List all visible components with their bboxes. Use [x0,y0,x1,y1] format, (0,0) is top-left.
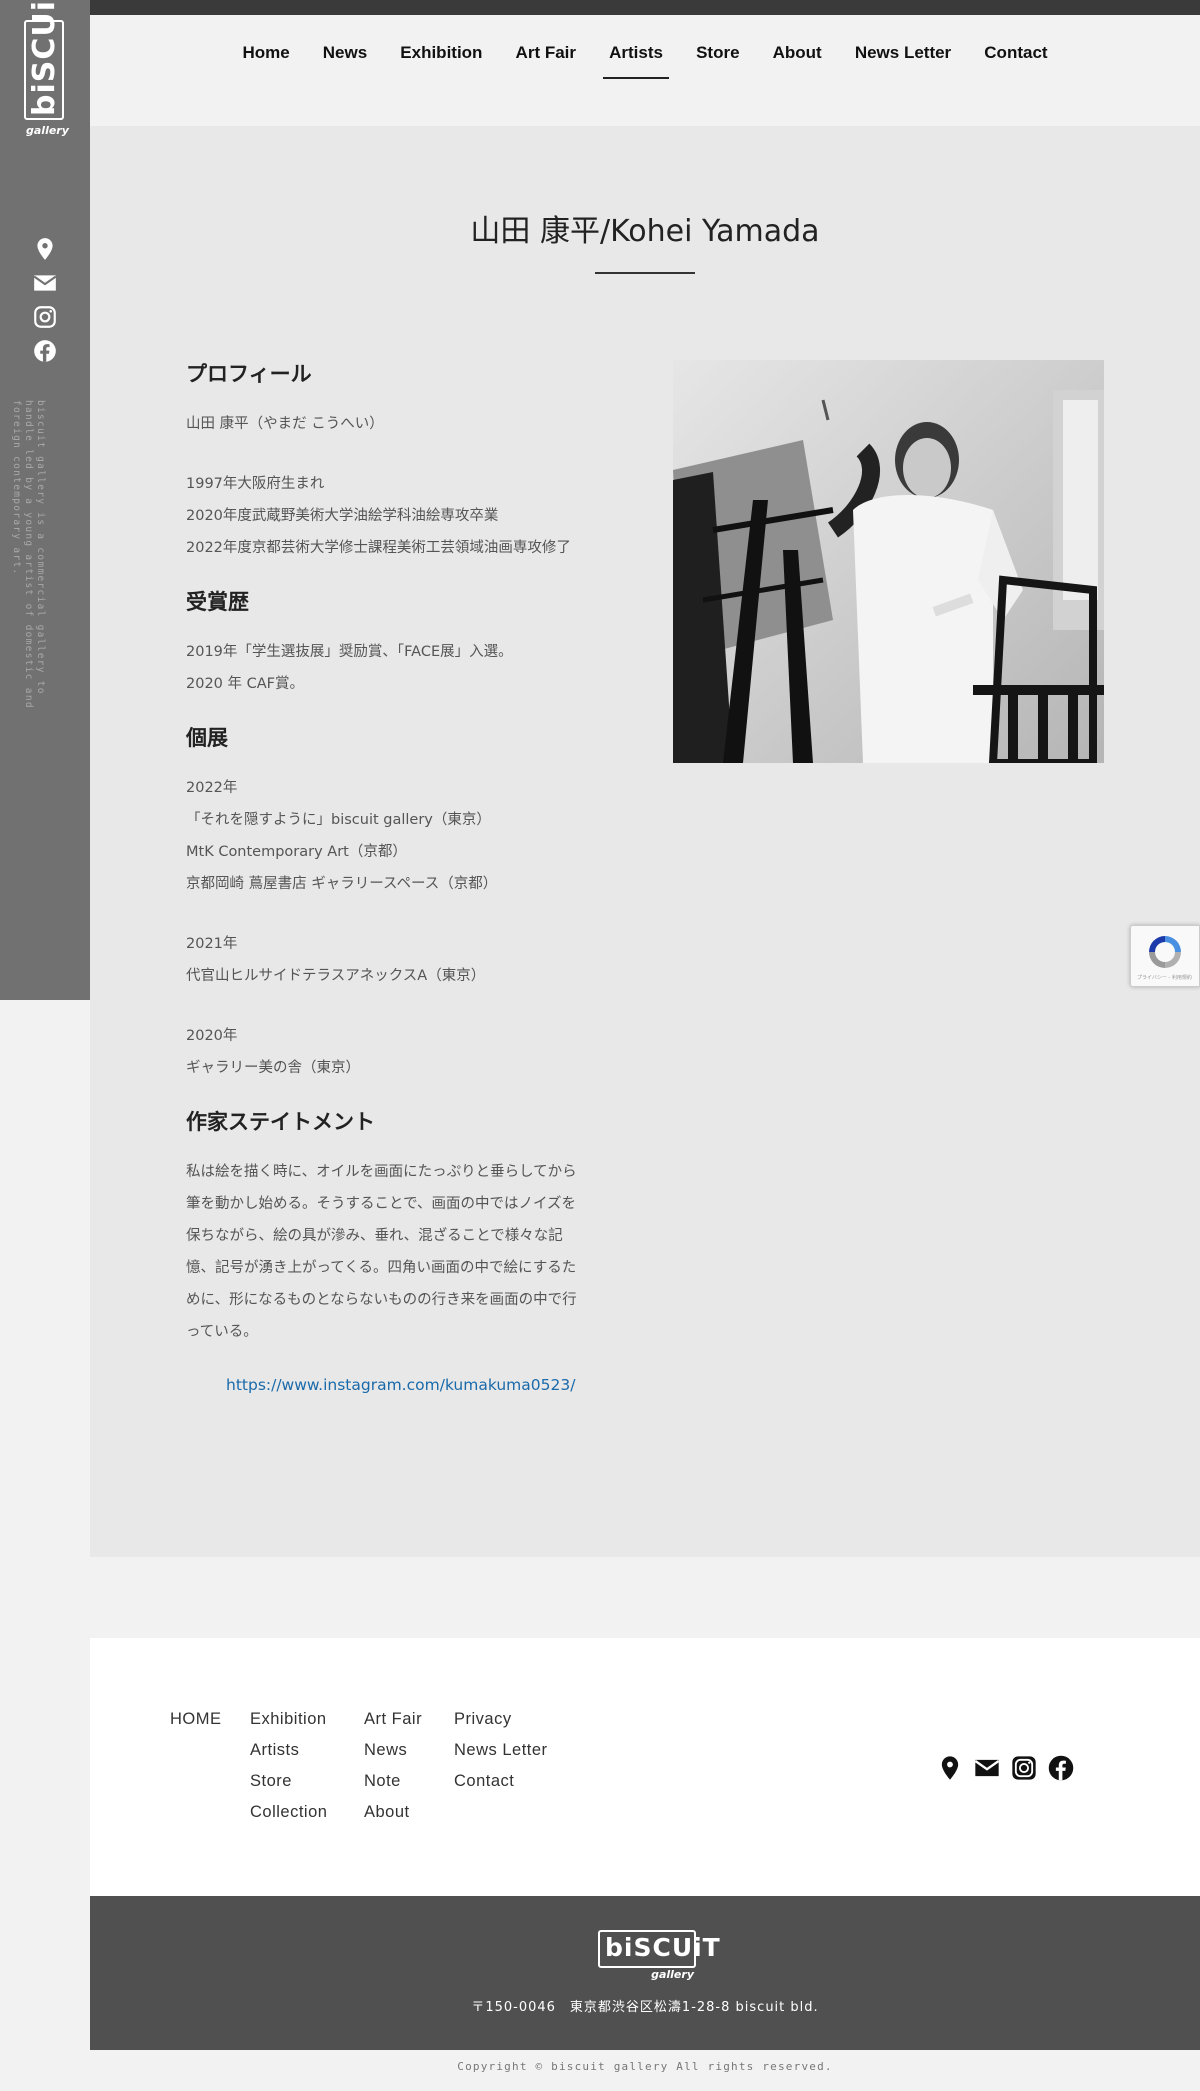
solo-item: 代官山ヒルサイドテラスアネックスA（東京） [186,968,486,984]
facebook-icon[interactable] [32,338,58,364]
mail-icon[interactable] [973,1754,1001,1782]
location-pin-icon[interactable] [936,1754,964,1782]
logo-subtitle: gallery [26,124,69,137]
footer-link-art-fair[interactable]: Art Fair [364,1704,422,1735]
logo-text: biSCUiT [27,0,62,116]
statement-line: っている。 [186,1324,258,1340]
nav-exhibition[interactable]: Exhibition [394,43,488,79]
footer-bottom: biSCUiT gallery 〒150-0046 東京都渋谷区松濤1-28-8… [90,1896,1200,2050]
footer-logo-subtitle: gallery [651,1968,694,1981]
nav-artists[interactable]: Artists [603,43,669,79]
solo-year: 2021年 [186,936,238,952]
profile-heading: プロフィール [186,362,312,386]
title-divider [595,272,695,274]
artist-main: 山田 康平/Kohei Yamada プロフィール 山田 康平（やまだ こうへい… [90,126,1200,1557]
top-bar [0,0,1200,15]
footer-links: HOME Exhibition Artists Store Collection… [90,1638,1200,1896]
recaptcha-text[interactable]: プライバシー - 利用規約 [1137,974,1192,981]
footer-col-1: HOME [170,1704,222,1735]
sidebar-logo[interactable]: biSCUiT gallery [24,0,69,137]
nav-news[interactable]: News [317,43,373,79]
nav-store[interactable]: Store [690,43,745,79]
solo-item: 「それを隠すように」biscuit gallery（東京） [186,812,491,828]
footer-col-3: Art Fair News Note About [364,1704,422,1828]
solo-item: MtK Contemporary Art（京都） [186,844,407,860]
solo-year: 2020年 [186,1028,238,1044]
solo-year: 2022年 [186,780,238,796]
statement-line: 保ちながら、絵の具が滲み、垂れ、混ざることで様々な記 [186,1228,563,1244]
nav-contact[interactable]: Contact [978,43,1053,79]
profile-line: 2020年度武蔵野美術大学油絵学科油絵専攻卒業 [186,508,499,524]
artist-photo-image [673,360,1104,763]
address: 〒150-0046 東京都渋谷区松濤1-28-8 biscuit bld. [471,2000,819,2015]
artist-bio: プロフィール 山田 康平（やまだ こうへい） 1997年大阪府生まれ 2020年… [186,358,616,1394]
page-title: 山田 康平/Kohei Yamada [470,214,820,249]
statement-line: 私は絵を描く時に、オイルを画面にたっぷりと垂らしてから [186,1164,577,1180]
instagram-link[interactable]: https://www.instagram.com/kumakuma0523/ [226,1376,616,1394]
artist-photo [673,360,1104,763]
award-line: 2019年「学生選抜展」奨励賞、「FACE展」入選。 [186,644,513,660]
mail-icon[interactable] [32,270,58,296]
profile-line: 1997年大阪府生まれ [186,476,325,492]
recaptcha-badge[interactable]: プライバシー - 利用規約 [1130,925,1200,987]
footer-link-store[interactable]: Store [250,1766,327,1797]
footer-link-note[interactable]: Note [364,1766,422,1797]
nav-art-fair[interactable]: Art Fair [510,43,582,79]
footer-logo-text: biSCUiT [605,1933,721,1962]
sidebar-social-icons [32,236,58,372]
solo-heading: 個展 [186,726,228,750]
footer-logo[interactable]: biSCUiT gallery [598,1930,720,1984]
profile-line: 2022年度京都芸術大学修士課程美術工芸領域油画専攻修了 [186,540,571,556]
facebook-icon[interactable] [1047,1754,1075,1782]
statement-heading: 作家ステイトメント [186,1110,375,1134]
sidebar-tagline: biscuit gallery is a commercial gallery … [11,400,46,709]
main-nav: Home News Exhibition Art Fair Artists St… [90,43,1200,79]
solo-item: ギャラリー美の舎（東京） [186,1060,360,1076]
footer-link-privacy[interactable]: Privacy [454,1704,548,1735]
sidebar: biSCUiT gallery biscuit gallery is a com… [0,0,90,1000]
footer-link-about[interactable]: About [364,1797,422,1828]
statement-line: 憶、記号が湧き上がってくる。四角い画面の中で絵にするた [186,1260,577,1276]
footer-link-artists[interactable]: Artists [250,1735,327,1766]
footer-link-home[interactable]: HOME [170,1704,222,1735]
footer-social-icons [936,1754,1079,1782]
awards-heading: 受賞歴 [186,590,249,614]
footer-link-news[interactable]: News [364,1735,422,1766]
award-line: 2020 年 CAF賞。 [186,676,305,692]
location-pin-icon[interactable] [32,236,58,262]
footer-link-exhibition[interactable]: Exhibition [250,1704,327,1735]
copyright: Copyright © biscuit gallery All rights r… [457,2060,833,2073]
footer-link-collection[interactable]: Collection [250,1797,327,1828]
recaptcha-icon [1149,936,1181,968]
instagram-icon[interactable] [1010,1754,1038,1782]
footer-col-4: Privacy News Letter Contact [454,1704,548,1797]
instagram-icon[interactable] [32,304,58,330]
profile-name: 山田 康平（やまだ こうへい） [186,416,384,432]
footer-link-news-letter[interactable]: News Letter [454,1735,548,1766]
header: Home News Exhibition Art Fair Artists St… [90,15,1200,126]
nav-news-letter[interactable]: News Letter [849,43,957,79]
statement-line: めに、形になるものとならないものの行き来を画面の中で行 [186,1292,577,1308]
nav-home[interactable]: Home [236,43,295,79]
footer-col-2: Exhibition Artists Store Collection [250,1704,327,1828]
solo-item: 京都岡崎 蔦屋書店 ギャラリースペース（京都） [186,876,498,892]
footer-link-contact[interactable]: Contact [454,1766,548,1797]
statement-line: 筆を動かし始める。そうすることで、画面の中ではノイズを [186,1196,577,1212]
nav-about[interactable]: About [767,43,828,79]
